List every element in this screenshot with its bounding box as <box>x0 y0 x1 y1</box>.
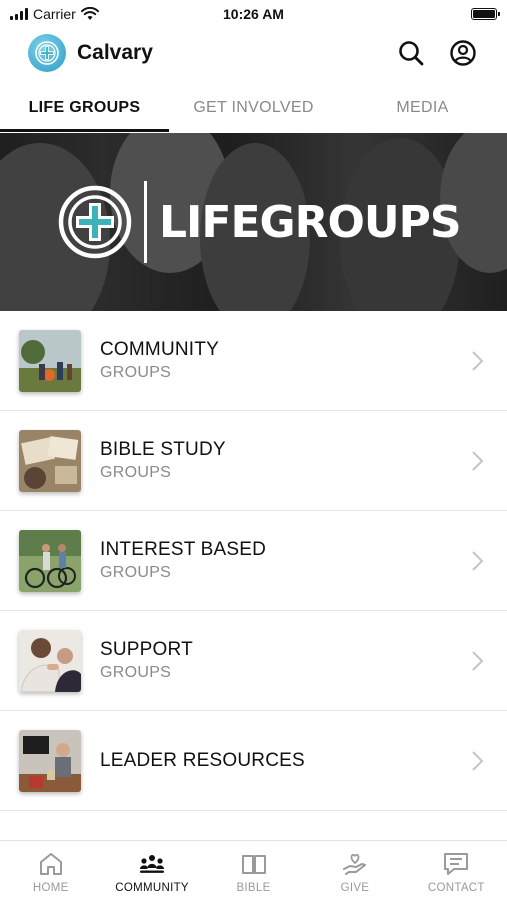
nav-label: HOME <box>32 882 69 894</box>
battery-icon <box>471 8 500 20</box>
nav-label: BIBLE <box>236 882 271 894</box>
chevron-right-icon <box>472 450 484 471</box>
bottom-nav: HOME COMMUNITY BIBLE GIVE CONTACT <box>0 840 507 900</box>
list-item-title: COMMUNITY <box>100 339 219 360</box>
status-bar: Carrier 10:26 AM <box>0 0 507 28</box>
tab-media[interactable]: MEDIA <box>338 84 507 132</box>
app-header: Calvary <box>0 30 507 76</box>
home-icon <box>39 853 62 875</box>
list-item-subtitle: GROUPS <box>100 464 172 481</box>
list-item-leader-resources[interactable]: LEADER RESOURCES <box>0 711 507 811</box>
nav-contact[interactable]: CONTACT <box>406 841 507 900</box>
wifi-icon <box>80 7 99 20</box>
status-right <box>327 8 500 20</box>
book-icon <box>241 855 266 874</box>
list-item-community[interactable]: COMMUNITY GROUPS <box>0 311 507 411</box>
list-item-interest-based[interactable]: INTEREST BASED GROUPS <box>0 511 507 611</box>
nav-give[interactable]: GIVE <box>304 841 405 900</box>
hero-divider <box>144 181 147 263</box>
tab-life-groups[interactable]: LIFE GROUPS <box>0 84 169 132</box>
chevron-right-icon <box>472 650 484 671</box>
chevron-right-icon <box>472 350 484 371</box>
app-title: Calvary <box>77 41 153 64</box>
bible-study-thumbnail <box>19 429 81 492</box>
message-icon <box>444 853 469 875</box>
community-icon <box>140 855 165 873</box>
list-item-support[interactable]: SUPPORT GROUPS <box>0 611 507 711</box>
signal-icon <box>10 8 28 20</box>
carrier-label: Carrier <box>33 6 76 22</box>
list-item-title: INTEREST BASED <box>100 539 267 560</box>
leader-resources-thumbnail <box>19 729 81 792</box>
lifegroups-logo: LIFEGROUPS <box>58 181 462 263</box>
community-thumbnail <box>19 329 81 392</box>
group-list: COMMUNITY GROUPS BIBLE STUDY GROUPS INTE… <box>0 311 507 811</box>
hero-title: LIFEGROUPS <box>159 196 462 248</box>
list-item-subtitle: GROUPS <box>100 364 172 381</box>
list-item-title: LEADER RESOURCES <box>100 749 305 771</box>
list-item-bible-study[interactable]: BIBLE STUDY GROUPS <box>0 411 507 511</box>
top-tabs: LIFE GROUPS GET INVOLVED MEDIA <box>0 84 507 132</box>
status-time: 10:26 AM <box>223 6 284 22</box>
support-thumbnail <box>19 629 81 692</box>
list-item-title: BIBLE STUDY <box>100 439 226 460</box>
calvary-logo-icon[interactable] <box>28 34 66 72</box>
chevron-right-icon <box>472 750 484 771</box>
tab-get-involved[interactable]: GET INVOLVED <box>169 84 338 132</box>
nav-label: GIVE <box>340 882 370 894</box>
nav-label: COMMUNITY <box>115 882 189 894</box>
search-icon[interactable] <box>395 37 427 69</box>
nav-bible[interactable]: BIBLE <box>203 841 304 900</box>
give-icon <box>342 853 366 875</box>
status-left: Carrier <box>10 6 180 22</box>
chevron-right-icon <box>472 550 484 571</box>
list-item-subtitle: GROUPS <box>100 564 172 581</box>
interest-based-thumbnail <box>19 529 81 592</box>
list-item-subtitle: GROUPS <box>100 664 172 681</box>
calvary-cross-icon <box>58 185 132 259</box>
nav-community[interactable]: COMMUNITY <box>101 841 202 900</box>
nav-label: CONTACT <box>427 882 485 894</box>
nav-home[interactable]: HOME <box>0 841 101 900</box>
list-item-title: SUPPORT <box>100 639 193 660</box>
lifegroups-hero-banner: LIFEGROUPS <box>0 133 507 311</box>
user-profile-icon[interactable] <box>447 37 479 69</box>
